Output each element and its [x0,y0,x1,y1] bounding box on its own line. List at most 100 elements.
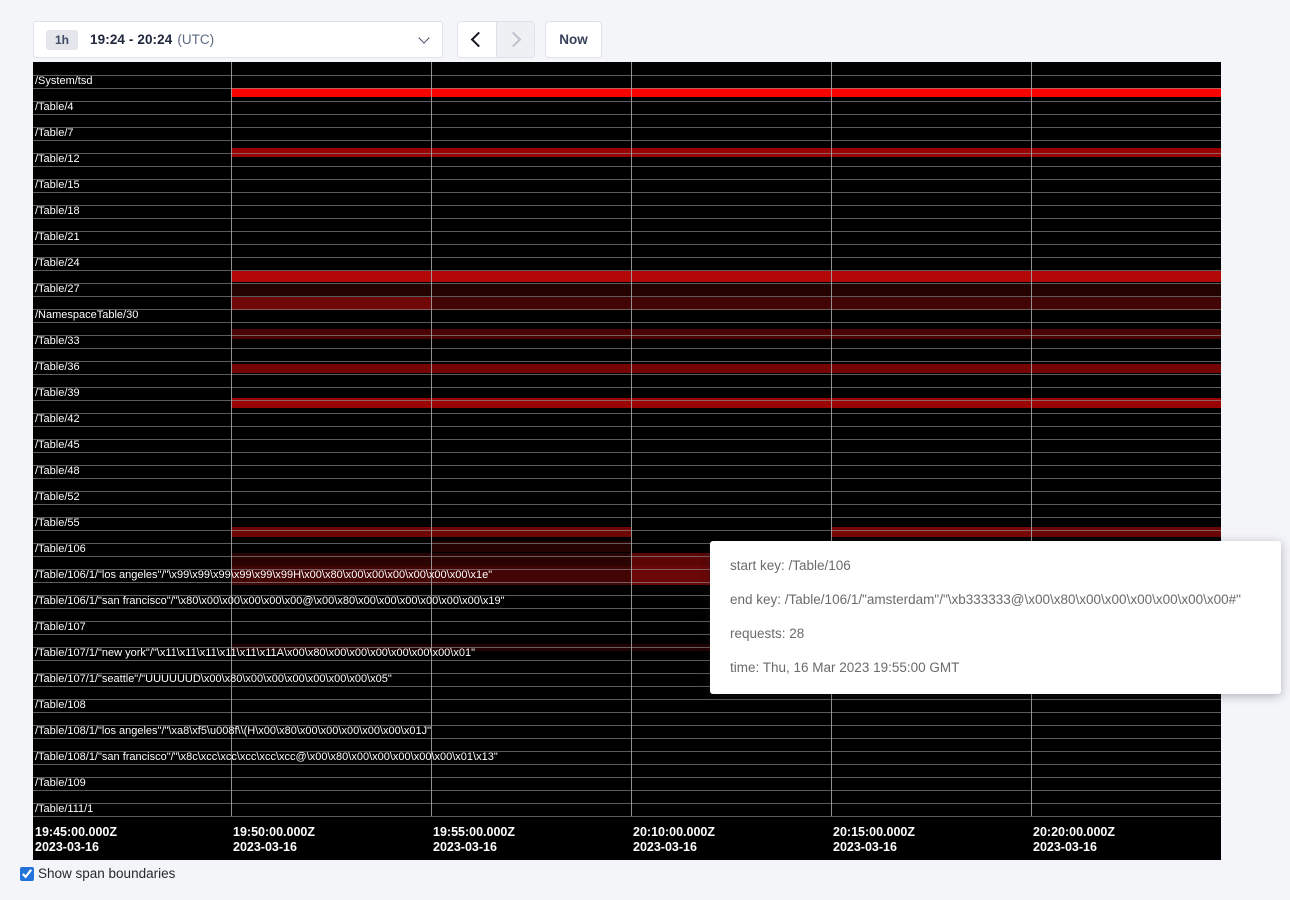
x-axis-tick: 19:50:00.000Z2023-03-16 [231,825,315,855]
tick-date: 2023-03-16 [233,840,315,855]
tick-time: 20:15:00.000Z [833,825,915,840]
tick-time: 20:10:00.000Z [633,825,715,840]
prev-button[interactable] [458,22,496,57]
tick-time: 19:55:00.000Z [433,825,515,840]
heatmap[interactable]: /System/tsd/Table/4/Table/7/Table/12/Tab… [33,62,1221,860]
row-label: /Table/106/1/"san francisco"/"\x80\x00\x… [35,595,505,608]
row-label: /Table/42 [35,413,80,426]
chevron-right-icon [506,32,522,48]
row-label: /Table/107/1/"new york"/"\x11\x11\x11\x1… [35,647,475,660]
row-label: /Table/36 [35,361,80,374]
tick-time: 19:45:00.000Z [35,825,117,840]
row-label: /Table/52 [35,491,80,504]
grid-hline [33,322,1221,323]
row-label: /Table/107/1/"seattle"/"UUUUUUD\x00\x80\… [35,673,392,686]
grid-hline [33,166,1221,167]
heat-band [231,271,1221,282]
grid-hline [33,257,1221,258]
row-label: /Table/108 [35,699,86,712]
grid-hline [33,205,1221,206]
row-label: /Table/106 [35,543,86,556]
grid-vline [831,62,832,816]
grid-hline [33,270,1221,271]
grid-hline [33,712,1221,713]
x-axis-tick: 20:10:00.000Z2023-03-16 [631,825,715,855]
row-label: /Table/7 [35,127,74,140]
chevron-left-icon [470,32,486,48]
grid-hline [33,413,1221,414]
grid-hline [33,504,1221,505]
row-label: /Table/48 [35,465,80,478]
grid-hline [33,88,1221,89]
grid-hline [33,439,1221,440]
heat-band [231,284,1221,296]
row-label: /Table/108/1/"los angeles"/"\xa8\xf5\u00… [35,725,431,738]
row-label: /Table/21 [35,231,80,244]
show-span-boundaries-control[interactable]: Show span boundaries [20,866,175,881]
time-range-selector[interactable]: 1h 19:24 - 20:24 (UTC) [33,21,443,58]
grid-hline [33,738,1221,739]
grid-vline [431,62,432,816]
grid-hline [33,452,1221,453]
grid-hline [33,790,1221,791]
grid-hline [33,699,1221,700]
grid-hline [33,283,1221,284]
grid-hline [33,101,1221,102]
tick-time: 20:20:00.000Z [1033,825,1115,840]
tick-date: 2023-03-16 [35,840,117,855]
tick-date: 2023-03-16 [633,840,715,855]
row-label: /Table/27 [35,283,80,296]
tooltip: start key: /Table/106 end key: /Table/106… [710,541,1281,694]
grid-hline [33,361,1221,362]
x-axis-tick: 19:45:00.000Z2023-03-16 [33,825,117,855]
tooltip-line: start key: /Table/106 [730,557,1261,574]
chevron-down-icon [418,32,429,43]
grid-hline [33,816,1221,817]
heat-band [1031,527,1221,537]
row-label: /Table/111/1 [35,803,93,816]
grid-hline [33,400,1221,401]
grid-hline [33,296,1221,297]
row-label: /Table/39 [35,387,80,400]
grid-hline [33,426,1221,427]
heat-band [231,364,1221,373]
grid-vline [631,62,632,816]
key-visualizer-page: 1h 19:24 - 20:24 (UTC) Now /System/tsd/T… [0,0,1290,900]
next-button[interactable] [496,22,535,57]
row-label: /Table/108/1/"san francisco"/"\x8c\xcc\x… [35,751,498,764]
heat-band [231,329,1221,339]
now-button[interactable]: Now [545,21,602,58]
x-axis-tick: 20:15:00.000Z2023-03-16 [831,825,915,855]
tooltip-line: time: Thu, 16 Mar 2023 19:55:00 GMT [730,659,1261,676]
row-label: /Table/55 [35,517,80,530]
grid-hline [33,374,1221,375]
grid-hline [33,309,1221,310]
grid-hline [33,244,1221,245]
grid-hline [33,218,1221,219]
grid-hline [33,803,1221,804]
row-label: /Table/18 [35,205,80,218]
time-window-badge: 1h [46,30,78,50]
tooltip-line: requests: 28 [730,625,1261,642]
heat-band [231,88,1221,97]
grid-hline [33,153,1221,154]
grid-vline [1031,62,1032,816]
grid-hline [33,387,1221,388]
grid-hline [33,478,1221,479]
row-label: /Table/109 [35,777,86,790]
x-axis-tick: 20:20:00.000Z2023-03-16 [1031,825,1115,855]
grid-vline [231,62,232,816]
row-label: /Table/4 [35,101,74,114]
tooltip-line: end key: /Table/106/1/"amsterdam"/"\xb33… [730,591,1261,608]
show-span-boundaries-checkbox[interactable] [20,867,34,881]
time-zone-label: (UTC) [177,32,214,47]
grid-hline [33,114,1221,115]
tick-date: 2023-03-16 [1033,840,1115,855]
row-label: /Table/15 [35,179,80,192]
row-label: /Table/106/1/"los angeles"/"\x99\x99\x99… [35,569,492,582]
grid-hline [33,777,1221,778]
row-label: /Table/107 [35,621,86,634]
row-label: /Table/24 [35,257,80,270]
row-label: /NamespaceTable/30 [35,309,138,322]
grid-hline [33,335,1221,336]
